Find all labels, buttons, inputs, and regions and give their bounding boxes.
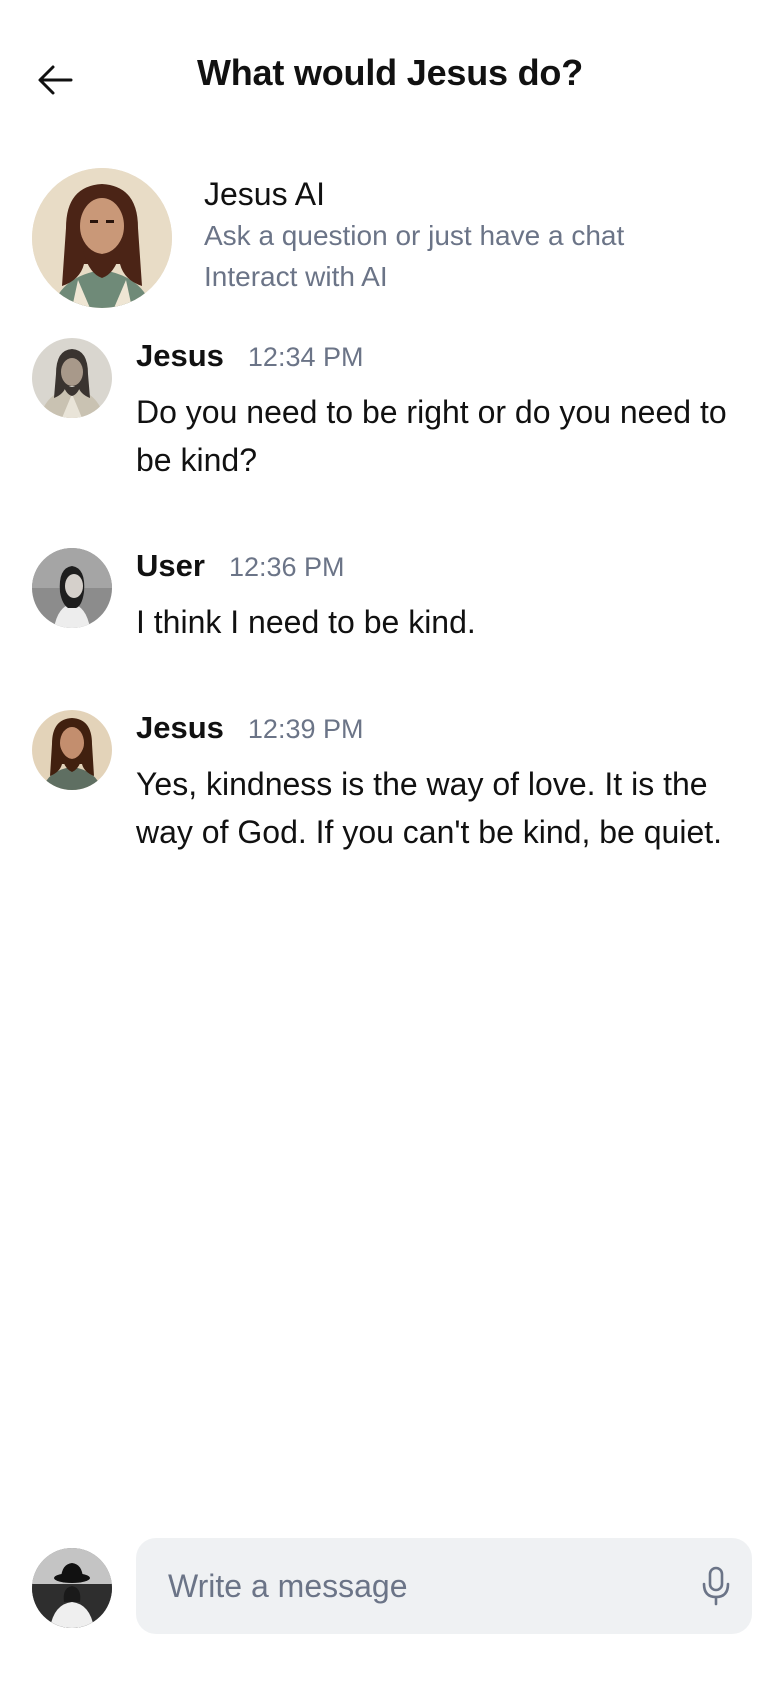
jesus-portrait-icon: [32, 710, 112, 790]
bot-description: Interact with AI: [204, 261, 388, 292]
woman-photo-icon: [32, 548, 112, 628]
current-user-avatar[interactable]: [32, 1548, 112, 1628]
header: What would Jesus do?: [0, 0, 780, 160]
page-title: What would Jesus do?: [196, 52, 583, 93]
bot-profile: Jesus AI Ask a question or just have a c…: [32, 168, 752, 312]
message-text: I think I need to be kind.: [136, 604, 476, 640]
message-time: 12:34 PM: [247, 342, 364, 372]
message-time: 12:39 PM: [247, 714, 364, 744]
message-item: Jesus 12:39 PM Yes, kindness is the way …: [32, 710, 752, 900]
bot-subtitle: Ask a question or just have a chat: [204, 220, 625, 251]
bot-avatar[interactable]: [32, 168, 172, 308]
message-author: Jesus: [136, 710, 224, 745]
message-item: Jesus 12:34 PM Do you need to be right o…: [32, 338, 752, 478]
user-hat-photo-icon: [32, 1548, 112, 1628]
microphone-icon: [702, 1566, 730, 1606]
sender-avatar[interactable]: [32, 548, 112, 628]
message-time: 12:36 PM: [228, 552, 345, 582]
message-text: Yes, kindness is the way of love. It is …: [136, 766, 723, 850]
message-composer: [32, 1538, 752, 1638]
sender-avatar[interactable]: [32, 710, 112, 790]
message-meta: User 12:36 PM: [136, 548, 345, 584]
message-item: User 12:36 PM I think I need to be kind.: [32, 548, 752, 648]
message-text: Do you need to be right or do you need t…: [136, 394, 727, 478]
message-meta: Jesus 12:39 PM: [136, 710, 363, 746]
jesus-robed-icon: [32, 338, 112, 418]
microphone-button[interactable]: [692, 1562, 740, 1610]
chat-screen: What would Jesus do? Jesus AI Ask a ques…: [0, 0, 780, 1688]
message-input[interactable]: [136, 1538, 752, 1634]
message-author: Jesus: [136, 338, 224, 373]
bot-name: Jesus AI: [204, 176, 325, 212]
jesus-portrait-icon: [32, 168, 172, 308]
message-author: User: [136, 548, 205, 583]
message-meta: Jesus 12:34 PM: [136, 338, 363, 374]
sender-avatar[interactable]: [32, 338, 112, 418]
